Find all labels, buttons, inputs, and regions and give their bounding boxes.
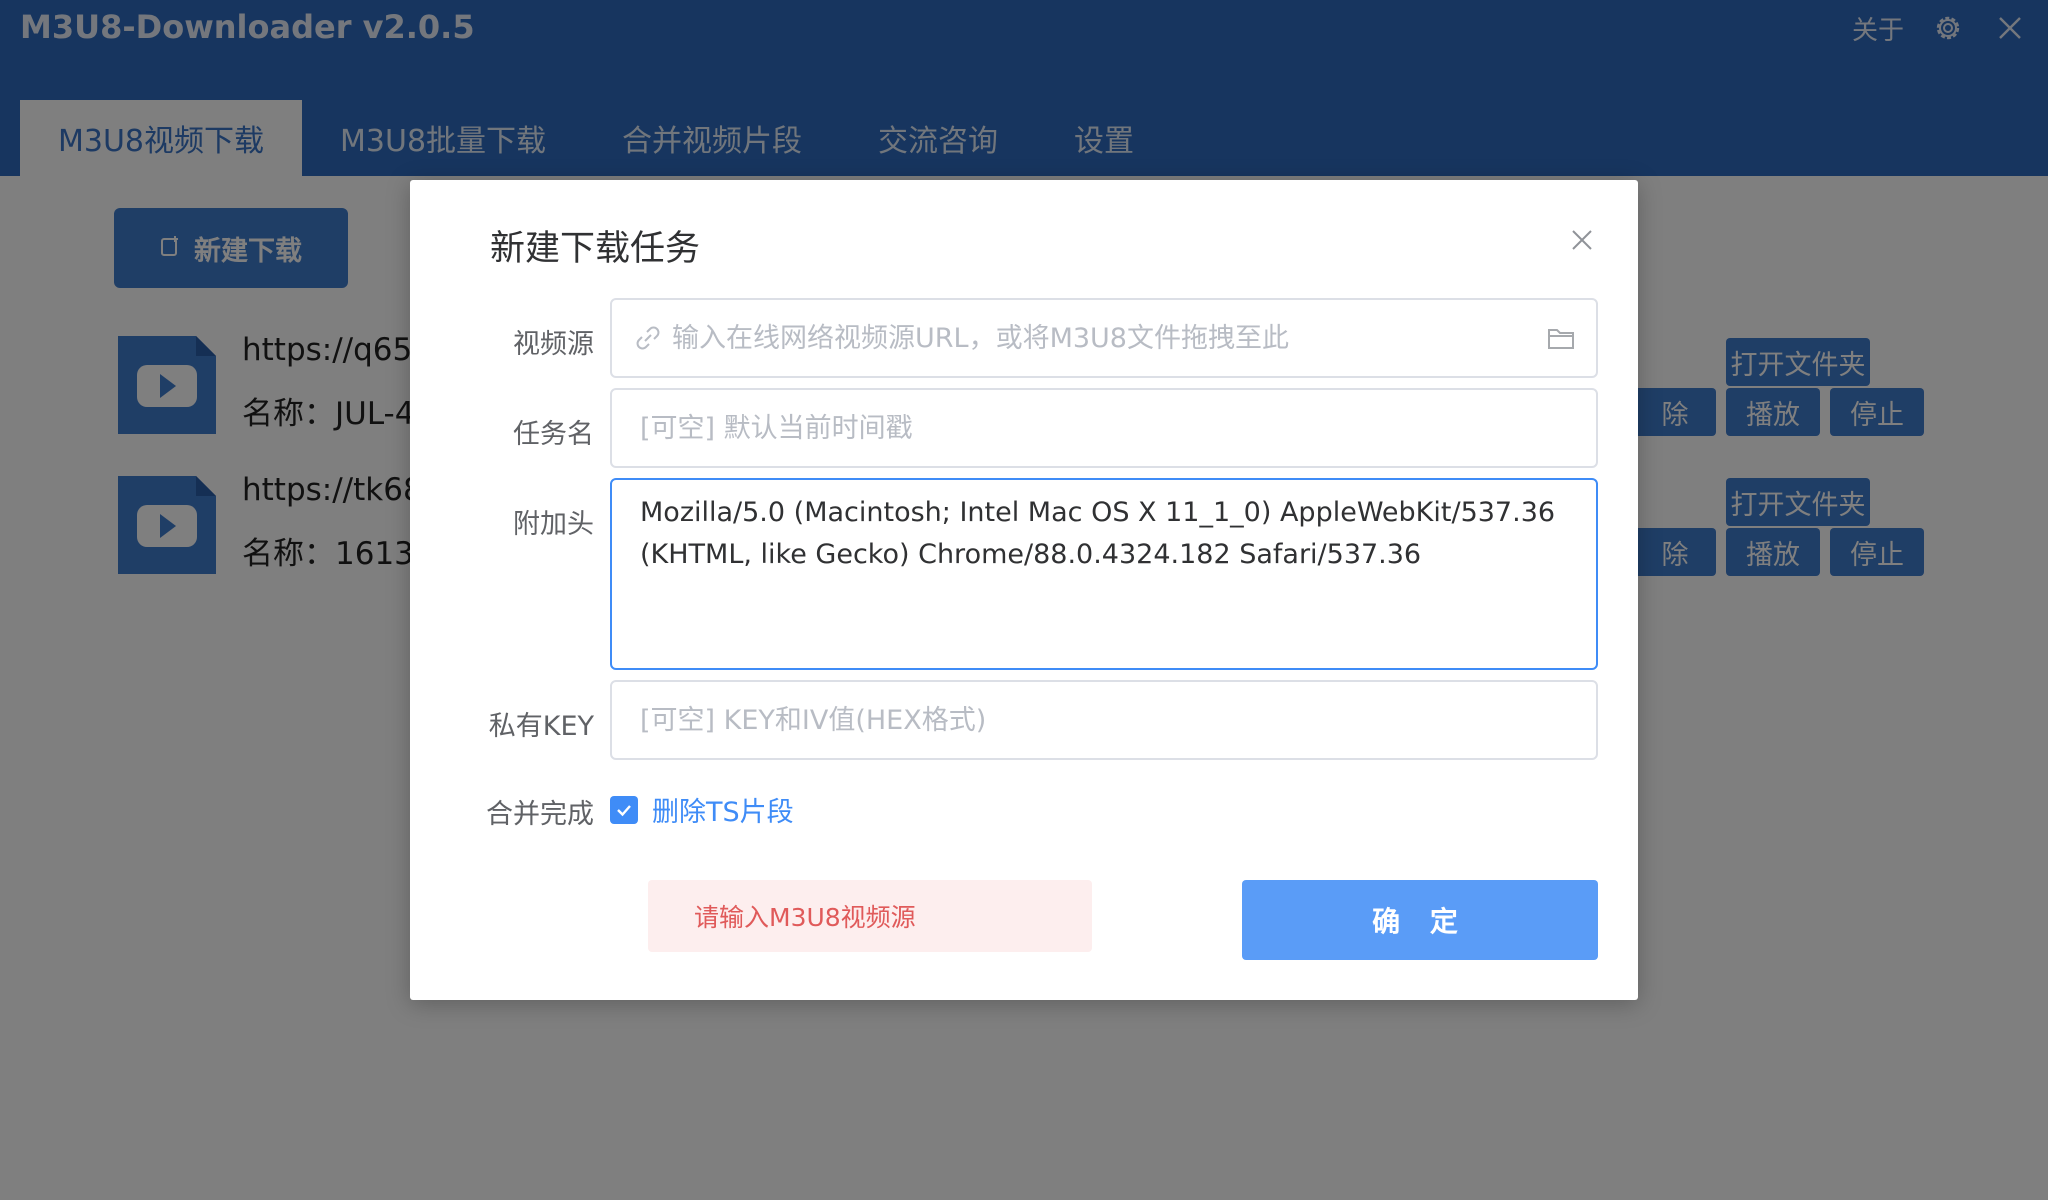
task-name-input[interactable]: [612, 390, 1596, 466]
new-task-dialog: 新建下载任务 视频源 任务名 附加头 Mozilla/5.0 (Macintos…: [410, 180, 1638, 1000]
private-key-label: 私有KEY: [488, 711, 594, 742]
headers-textarea[interactable]: Mozilla/5.0 (Macintosh; Intel Mac OS X 1…: [612, 480, 1596, 668]
private-key-field: [610, 680, 1598, 760]
dialog-close-icon[interactable]: [1566, 224, 1598, 256]
dialog-title: 新建下载任务: [490, 229, 701, 269]
source-label: 视频源: [513, 329, 594, 360]
delete-ts-checkbox-group[interactable]: 删除TS片段: [610, 790, 794, 829]
merge-complete-label: 合并完成: [486, 799, 594, 830]
source-input[interactable]: [612, 300, 1596, 376]
confirm-button[interactable]: 确 定: [1242, 880, 1598, 960]
delete-ts-label[interactable]: 删除TS片段: [652, 790, 794, 829]
source-field: [610, 298, 1598, 378]
delete-ts-checkbox[interactable]: [610, 795, 638, 824]
task-name-field: [610, 388, 1598, 468]
link-icon: [634, 324, 662, 352]
task-name-label: 任务名: [513, 419, 594, 450]
headers-label: 附加头: [513, 509, 594, 540]
headers-field: Mozilla/5.0 (Macintosh; Intel Mac OS X 1…: [610, 478, 1598, 670]
error-message: 请输入M3U8视频源: [648, 880, 1092, 952]
private-key-input[interactable]: [612, 682, 1596, 758]
folder-icon[interactable]: [1546, 324, 1576, 352]
